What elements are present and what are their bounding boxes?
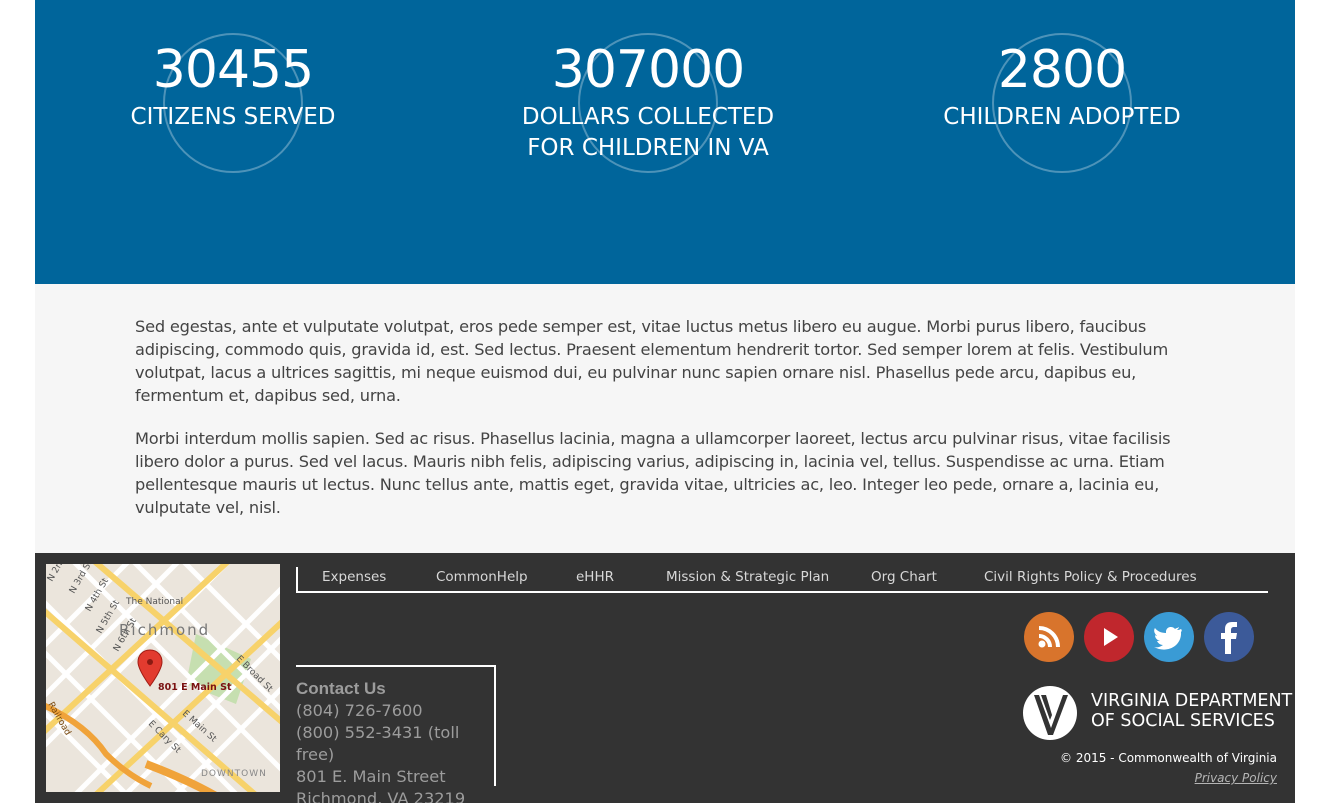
contact-info: Contact Us (804) 726-7600 (800) 552-3431…: [296, 665, 496, 803]
contact-heading: Contact Us: [296, 679, 386, 698]
stat-label: CHILDREN ADOPTED: [943, 104, 1181, 130]
contact-phone[interactable]: (804) 726-7600: [296, 700, 494, 722]
youtube-icon[interactable]: [1084, 612, 1134, 662]
facebook-icon[interactable]: [1204, 612, 1254, 662]
privacy-policy-link[interactable]: Privacy Policy: [1195, 771, 1277, 785]
social-links: [1024, 612, 1256, 662]
stat-children-adopted: 2800 CHILDREN ADOPTED: [882, 0, 1242, 173]
stats-banner: 30455 CITIZENS SERVED 307000 DOLLARS COL…: [35, 0, 1295, 284]
logo-line-2: OF SOCIAL SERVICES: [1091, 711, 1275, 731]
content-paragraph: Sed egestas, ante et vulputate volutpat,…: [135, 317, 1169, 405]
map-graphic: The National Richmond 801 E Main St E Br…: [46, 564, 280, 792]
copyright-text: © 2015 - Commonwealth of Virginia: [1060, 751, 1277, 765]
nav-link-ehhr[interactable]: eHHR: [576, 569, 614, 585]
stat-citizens-served: 30455 CITIZENS SERVED: [53, 0, 413, 173]
vdss-logo[interactable]: VIRGINIA DEPARTMENT OF SOCIAL SERVICES: [1022, 685, 1292, 743]
stat-number: 2800: [997, 40, 1127, 100]
nav-link-civil-rights-policy[interactable]: Civil Rights Policy & Procedures: [984, 569, 1197, 585]
body-content: Sed egestas, ante et vulputate volutpat,…: [35, 284, 1295, 553]
logo-line-1: VIRGINIA DEPARTMENT: [1091, 691, 1293, 711]
contact-tollfree[interactable]: (800) 552-3431 (toll free): [296, 722, 494, 766]
contact-city: Richmond, VA 23219: [296, 789, 466, 803]
vdss-logo-text: VIRGINIA DEPARTMENT OF SOCIAL SERVICES: [1091, 691, 1292, 731]
rss-icon[interactable]: [1024, 612, 1074, 662]
content-paragraph: Morbi interdum mollis sapien. Sed ac ris…: [135, 429, 1171, 517]
map-label: The National: [125, 597, 183, 607]
nav-link-commonhelp[interactable]: CommonHelp: [436, 569, 528, 585]
nav-link-expenses[interactable]: Expenses: [322, 569, 386, 585]
contact-street: 801 E. Main Street: [296, 767, 446, 786]
footer-nav: Expenses CommonHelp eHHR Mission & Strat…: [296, 567, 1268, 593]
stat-number: 307000: [551, 40, 746, 100]
map-label: 801 E Main St: [158, 682, 232, 693]
map-label: DOWNTOWN: [201, 769, 267, 779]
stat-number: 30455: [152, 40, 314, 100]
twitter-icon[interactable]: [1144, 612, 1194, 662]
stat-label: CITIZENS SERVED: [130, 104, 336, 130]
vdss-logo-mark-icon: [1023, 686, 1077, 740]
site-footer: The National Richmond 801 E Main St E Br…: [35, 553, 1295, 803]
nav-link-mission-strategic-plan[interactable]: Mission & Strategic Plan: [666, 569, 829, 585]
location-map[interactable]: The National Richmond 801 E Main St E Br…: [46, 564, 280, 792]
stat-label: DOLLARS COLLECTED FOR CHILDREN IN VA: [521, 104, 775, 161]
stat-dollars-collected: 307000 DOLLARS COLLECTED FOR CHILDREN IN…: [468, 0, 828, 173]
nav-link-org-chart[interactable]: Org Chart: [871, 569, 937, 585]
